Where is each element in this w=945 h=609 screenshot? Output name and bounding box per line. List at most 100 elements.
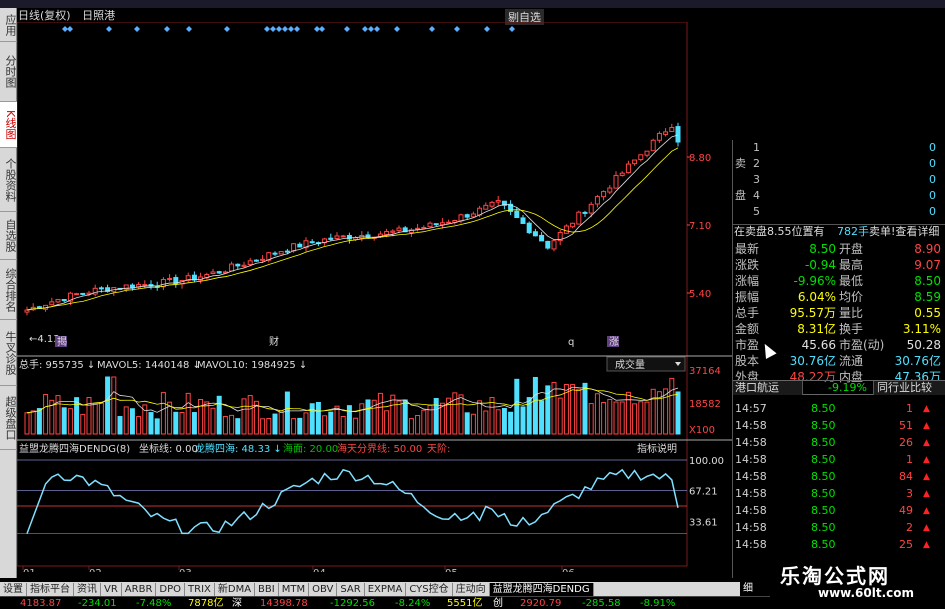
candle-body: [390, 230, 396, 233]
month-axis-label: 01: [23, 568, 36, 572]
volume-bar: [111, 376, 117, 435]
indicator-tab-8[interactable]: BBI: [255, 583, 279, 597]
tick-time: 14:58: [735, 521, 767, 534]
detail-tab[interactable]: 细: [740, 582, 756, 596]
event-marker[interactable]: 财: [269, 335, 279, 348]
sell-notice-text: 在卖盘8.55位置有: [734, 225, 825, 238]
indicator-tab-13[interactable]: CYS控仓: [406, 583, 453, 597]
left-tab-6[interactable]: 牛叉诊股: [0, 320, 17, 386]
indicator-tab-2[interactable]: 资讯: [74, 583, 101, 597]
indicator-tab-6[interactable]: TRIX: [185, 583, 215, 597]
chart-area[interactable]: 8.80 7.10 5.40 ←4.13 揭财 q 涨总手: 955735 ↓ MAVOL5:…: [16, 21, 732, 579]
quote-value: 3.11%: [902, 322, 941, 336]
indicator-tab-0[interactable]: 设置: [0, 583, 27, 597]
tick-time: 14:58: [735, 538, 767, 551]
price-axis-label: 8.80: [689, 153, 711, 164]
signal-diamond-icon: [288, 26, 294, 32]
indicator-header-name: 益盟龙腾四海DENDG(8): [19, 442, 130, 455]
volume-bar: [625, 391, 631, 435]
volume-bar: [55, 395, 61, 435]
signal-diamond-icon: [362, 26, 368, 32]
signal-diamond-icon: [224, 26, 230, 32]
level-number: 3: [753, 173, 760, 186]
month-axis-label: 06: [562, 568, 575, 572]
indicator-tab-7[interactable]: 新DMA: [215, 583, 256, 597]
sell-notice-bar: 在卖盘8.55位置有 782手 卖单!查看详细: [733, 224, 945, 238]
left-tab-4[interactable]: 自选股: [0, 212, 17, 260]
indicator-axis-label: 100.00: [689, 456, 724, 467]
event-marker[interactable]: 涨: [609, 336, 619, 348]
volume-bar: [235, 418, 241, 435]
indicator-header-haimian: 海面: 20.00: [283, 442, 338, 455]
volume-bar: [638, 401, 644, 435]
volume-bar: [191, 412, 197, 435]
candle-body: [74, 293, 80, 296]
tick-price: 8.50: [811, 538, 836, 551]
candle-body: [49, 301, 55, 306]
month-axis-label: 04: [313, 568, 326, 572]
volume-bar: [359, 403, 365, 435]
left-tab-5[interactable]: 综合排名: [0, 260, 17, 320]
quote-value: -0.94: [804, 258, 836, 272]
quote-label: 量比: [839, 306, 864, 320]
tick-volume: 1: [906, 453, 913, 466]
candle-body: [260, 258, 266, 261]
quote-label: 振幅: [735, 290, 760, 304]
level-volume: 0: [929, 189, 936, 202]
volume-bar: [594, 393, 600, 435]
volume-bar: [675, 391, 681, 435]
left-tab-1[interactable]: 分时图: [0, 42, 17, 102]
volume-bar: [86, 397, 92, 435]
candle-body: [446, 221, 452, 224]
tick-row: 14:58 8.50 3 ▲: [733, 487, 945, 501]
indicator-help-button[interactable]: 指标说明: [637, 442, 677, 455]
period-label[interactable]: 日线(复权): [18, 9, 71, 22]
quote-row: 金额 8.31亿 换手 3.11%: [733, 322, 945, 336]
left-tab-7[interactable]: 超级盘口: [0, 386, 17, 450]
left-tab-3[interactable]: 个股资料: [0, 148, 17, 212]
signal-diamond-icon: [186, 26, 192, 32]
candle-body: [570, 222, 576, 228]
candle-body: [216, 271, 222, 274]
quote-label: 最高: [839, 258, 864, 272]
quote-value: 8.31亿: [797, 322, 836, 336]
event-marker[interactable]: 揭: [57, 335, 67, 348]
indicator-tab-11[interactable]: SAR: [337, 583, 365, 597]
left-tab-2[interactable]: K线图: [0, 102, 17, 148]
indicator-tab-3[interactable]: VR: [101, 583, 122, 597]
volume-bar: [421, 409, 427, 435]
up-arrow-icon: ▲: [923, 455, 930, 465]
indicator-header-coord: 坐标线: 0.00: [139, 442, 198, 455]
quote-label: 均价: [839, 290, 864, 304]
indicator-tab-4[interactable]: ARBR: [122, 583, 157, 597]
indicator-tab-5[interactable]: DPO: [156, 583, 186, 597]
quote-label: 市盈(动): [839, 338, 885, 352]
status-item: -7.48%: [136, 598, 172, 609]
quote-row: 涨幅 -9.96% 最低 8.50: [733, 274, 945, 288]
peer-compare-tab[interactable]: 同行业比较: [873, 381, 945, 395]
industry-tab[interactable]: 港口航运: [733, 381, 803, 395]
sell-detail-link[interactable]: 卖单!查看详细: [869, 225, 939, 239]
indicator-tab-12[interactable]: EXPMA: [365, 583, 407, 597]
candle-body: [551, 240, 557, 250]
quote-value: 8.50: [809, 242, 836, 256]
volume-bar: [377, 392, 383, 435]
indicator-tab-1[interactable]: 指标平台: [27, 583, 74, 597]
level-volume: 0: [929, 205, 936, 218]
left-tab-0[interactable]: 应用: [0, 8, 17, 42]
volume-bar: [154, 418, 160, 435]
volume-bar: [346, 405, 352, 435]
bid-ask-row: 10: [733, 141, 945, 155]
candle-body: [309, 241, 315, 244]
volume-bar: [501, 408, 507, 435]
indicator-tab-14[interactable]: 庄动向: [453, 583, 490, 597]
tick-volume: 25: [899, 538, 913, 551]
tick-row: 14:57 8.50 1 ▲: [733, 402, 945, 416]
indicator-tab-10[interactable]: OBV: [309, 583, 338, 597]
candle-body: [489, 201, 495, 207]
status-item: 创: [493, 598, 503, 609]
indicator-tab-9[interactable]: MTM: [279, 583, 310, 597]
volume-bar: [24, 412, 30, 435]
indicator-tab-15[interactable]: 益盟龙腾四海DENDG: [489, 583, 594, 597]
event-marker[interactable]: q: [568, 337, 574, 348]
